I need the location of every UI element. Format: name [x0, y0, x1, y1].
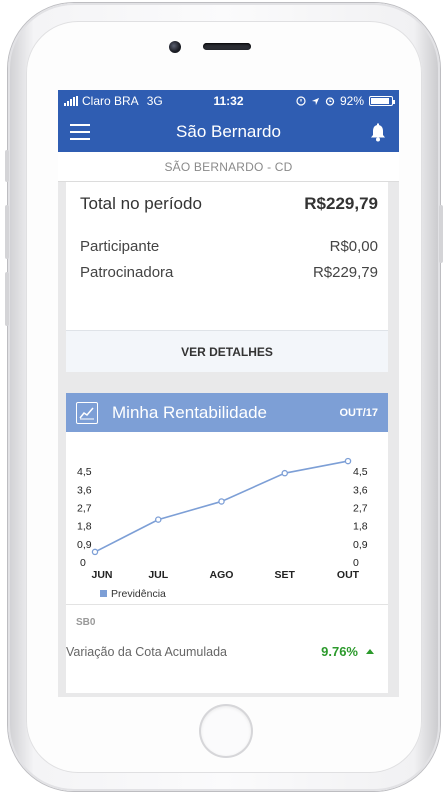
battery-icon: [369, 96, 395, 106]
rentabilidade-card: Minha Rentabilidade OUT/17 0 0 0,9 0,9 1,8 1,…: [66, 393, 388, 693]
participante-row: Participante R$0,00: [80, 238, 378, 255]
variation-row: Variação da Cota Acumulada 9.76%: [66, 644, 374, 659]
data-point: [344, 457, 352, 465]
battery-level: [371, 98, 390, 104]
bell-icon[interactable]: [369, 123, 387, 142]
front-camera: [169, 41, 181, 53]
page-title: São Bernardo: [176, 122, 281, 141]
variation-label: Variação da Cota Acumulada: [66, 644, 227, 659]
data-point: [91, 548, 99, 556]
patrocinadora-value: R$229,79: [312, 264, 378, 281]
participante-label: Participante: [80, 238, 160, 255]
data-point: [281, 469, 288, 477]
alarm-icon: [325, 97, 335, 106]
menu-icon[interactable]: [70, 124, 90, 140]
power-button: [439, 205, 443, 263]
patrocinadora-label: Patrocinadora: [80, 264, 174, 281]
legend-swatch: [100, 590, 107, 597]
y-tick-right: 0,9: [353, 539, 368, 551]
y-tick-right: 4,5: [353, 466, 368, 478]
rentabilidade-title: Minha Rentabilidade: [112, 402, 267, 422]
rentabilidade-header[interactable]: Minha Rentabilidade OUT/17: [66, 393, 388, 432]
y-tick-right: 1,8: [353, 521, 368, 533]
y-tick-right: 2,7: [353, 503, 368, 515]
divider: [66, 604, 388, 605]
location-icon: [311, 97, 320, 105]
app-screen: Claro BRA 3G 11:32 92% São Bernardo SÃO …: [58, 90, 399, 697]
chart-svg: 0 0 0,9 0,9 1,8 1,8 2,7 2,7 3,6 3,6 4,5 4,5 JUN JUL AG…: [77, 457, 368, 600]
battery-percent: 92%: [339, 94, 364, 108]
y-tick-left: 3,6: [77, 484, 92, 496]
total-label: Total no período: [80, 194, 202, 213]
x-tick-label: JUL: [148, 569, 168, 581]
home-button[interactable]: [201, 706, 251, 756]
total-value: R$229,79: [304, 194, 378, 213]
status-bar: Claro BRA 3G 11:32 92%: [58, 90, 399, 112]
signal-icon: [64, 96, 78, 106]
fund-code: SB0: [76, 617, 96, 628]
x-tick-label: AGO: [210, 569, 234, 581]
participante-value: R$0,00: [329, 238, 378, 255]
volume-up-button: [5, 205, 9, 259]
carrier-label: Claro BRA: [82, 94, 139, 108]
y-tick-left: 1,8: [77, 521, 92, 533]
y-tick-left: 0: [80, 557, 86, 569]
data-point: [218, 498, 225, 505]
ver-detalhes-button[interactable]: VER DETALHES: [66, 330, 388, 372]
y-tick-right: 0: [353, 557, 359, 569]
screen-lock-icon: [296, 96, 306, 106]
network-label: 3G: [146, 94, 163, 108]
earpiece-speaker: [203, 43, 251, 50]
data-point: [155, 516, 162, 523]
legend-label: Previdência: [111, 588, 166, 600]
rentabilidade-month: OUT/17: [339, 406, 378, 419]
y-tick-left: 0,9: [77, 539, 92, 551]
plan-subtitle: SÃO BERNARDO - CD: [58, 152, 399, 182]
rentabilidade-chart: 0 0 0,9 0,9 1,8 1,8 2,7 2,7 3,6 3,6 4,5 4,5 JUN JUL AG…: [66, 432, 388, 600]
y-tick-left: 4,5: [77, 466, 92, 478]
variation-value: 9.76%: [321, 644, 358, 659]
contributions-card: Total no período R$229,79 Participante R…: [66, 182, 388, 372]
line-chart-icon: [76, 401, 98, 424]
y-tick-left: 2,7: [77, 503, 92, 515]
x-tick-label: JUN: [91, 569, 112, 581]
x-tick-label: OUT: [337, 569, 360, 581]
app-header: São Bernardo: [58, 112, 399, 152]
mute-switch: [5, 150, 9, 182]
series-line: [94, 460, 349, 553]
volume-down-button: [5, 272, 9, 326]
x-tick-label: SET: [275, 569, 296, 581]
trend-up-icon: [366, 649, 374, 654]
patrocinadora-row: Patrocinadora R$229,79: [80, 264, 378, 281]
total-row: Total no período R$229,79: [80, 194, 378, 214]
y-tick-right: 3,6: [353, 484, 368, 496]
